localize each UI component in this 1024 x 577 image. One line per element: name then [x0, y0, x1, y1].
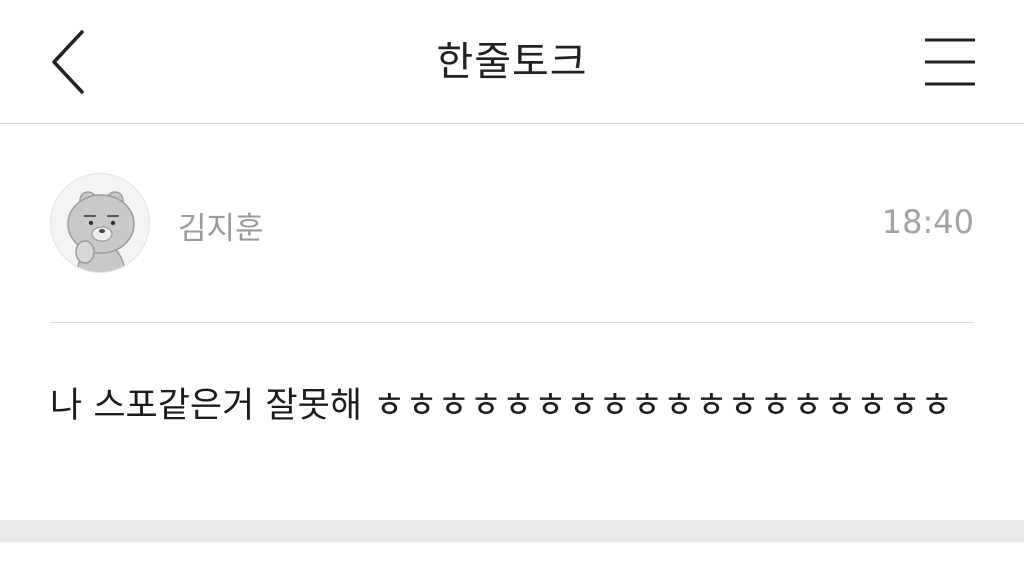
- hamburger-menu-icon: [925, 38, 975, 86]
- post-timestamp: 18:40: [881, 203, 974, 241]
- avatar[interactable]: [50, 173, 150, 273]
- divider: [50, 322, 974, 323]
- page-title: 한줄토크: [436, 39, 588, 85]
- section-separator: [0, 520, 1024, 542]
- talk-post: 김지훈 18:40 나 스포같은거 잘못해 ㅎㅎㅎㅎㅎㅎㅎㅎㅎㅎㅎㅎㅎㅎㅎㅎㅎㅎ: [0, 125, 1024, 520]
- author-name: 김지훈: [178, 211, 264, 247]
- top-bar: 한줄토크: [0, 0, 1024, 124]
- back-button[interactable]: [40, 26, 100, 98]
- menu-button[interactable]: [916, 30, 984, 94]
- bear-character-avatar-icon: [67, 191, 135, 272]
- chevron-left-icon: [52, 30, 84, 94]
- post-message: 나 스포같은거 잘못해 ㅎㅎㅎㅎㅎㅎㅎㅎㅎㅎㅎㅎㅎㅎㅎㅎㅎㅎ: [50, 386, 953, 426]
- app-screen: 한줄토크 김지훈 18:40 나 스포같은거 잘못해 ㅎㅎㅎㅎㅎㅎㅎㅎㅎㅎㅎㅎㅎ…: [0, 0, 1024, 577]
